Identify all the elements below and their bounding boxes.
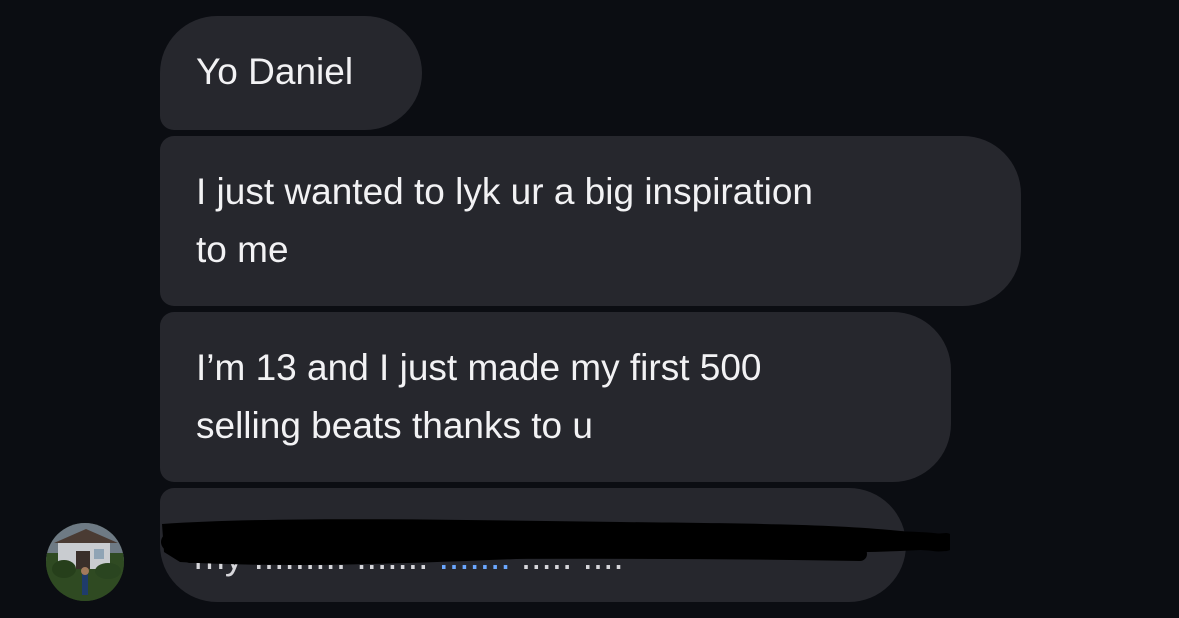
message-bubble[interactable]: I just wanted to lyk ur a big inspiratio…: [160, 136, 1021, 306]
avatar[interactable]: [46, 523, 124, 601]
message-thread: Yo Daniel I just wanted to lyk ur a big …: [0, 0, 1179, 618]
redaction-scribble: [161, 519, 950, 565]
profile-photo-icon: [46, 523, 124, 601]
message-bubble[interactable]: I’m 13 and I just made my first 500 sell…: [160, 312, 951, 482]
message-bubble[interactable]: Yo Daniel: [160, 16, 422, 130]
